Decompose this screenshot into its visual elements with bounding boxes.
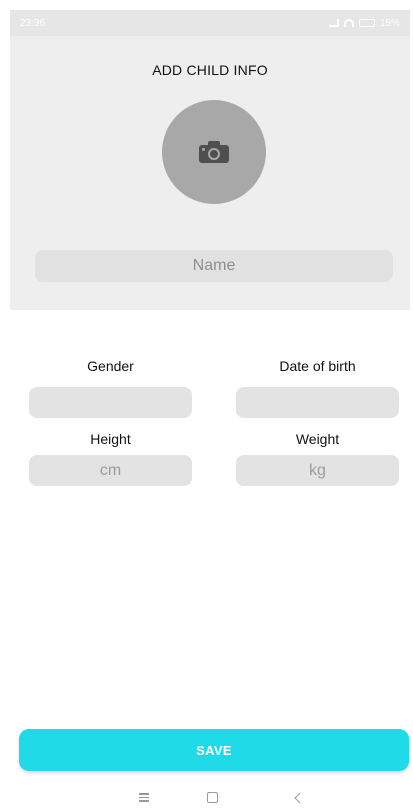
page-title: ADD CHILD INFO [152,62,268,78]
name-input[interactable] [35,250,393,282]
save-button[interactable]: SAVE [19,729,409,771]
system-nav-bar [0,783,413,812]
add-photo-button[interactable] [162,100,266,204]
back-icon[interactable] [290,791,310,805]
status-time: 23:36 [20,17,46,29]
height-input[interactable] [29,455,192,486]
gender-select[interactable] [29,387,192,418]
weight-label: Weight [295,431,340,447]
wifi-icon [343,19,354,27]
status-bar: 23:36 15% [10,10,410,36]
home-icon[interactable] [202,791,222,805]
battery-icon [358,19,375,27]
height-label: Height [90,431,131,447]
menu-icon[interactable] [134,791,154,805]
weight-input[interactable] [236,455,399,486]
gender-label: Gender [87,358,134,374]
date-of-birth-label: Date of birth [279,358,356,374]
camera-icon [199,141,229,163]
status-icons: 15% [328,17,400,29]
date-of-birth-field[interactable] [236,387,399,418]
signal-icon [328,19,339,27]
battery-level: 15% [379,17,400,29]
header-panel: ADD CHILD INFO [10,36,410,310]
